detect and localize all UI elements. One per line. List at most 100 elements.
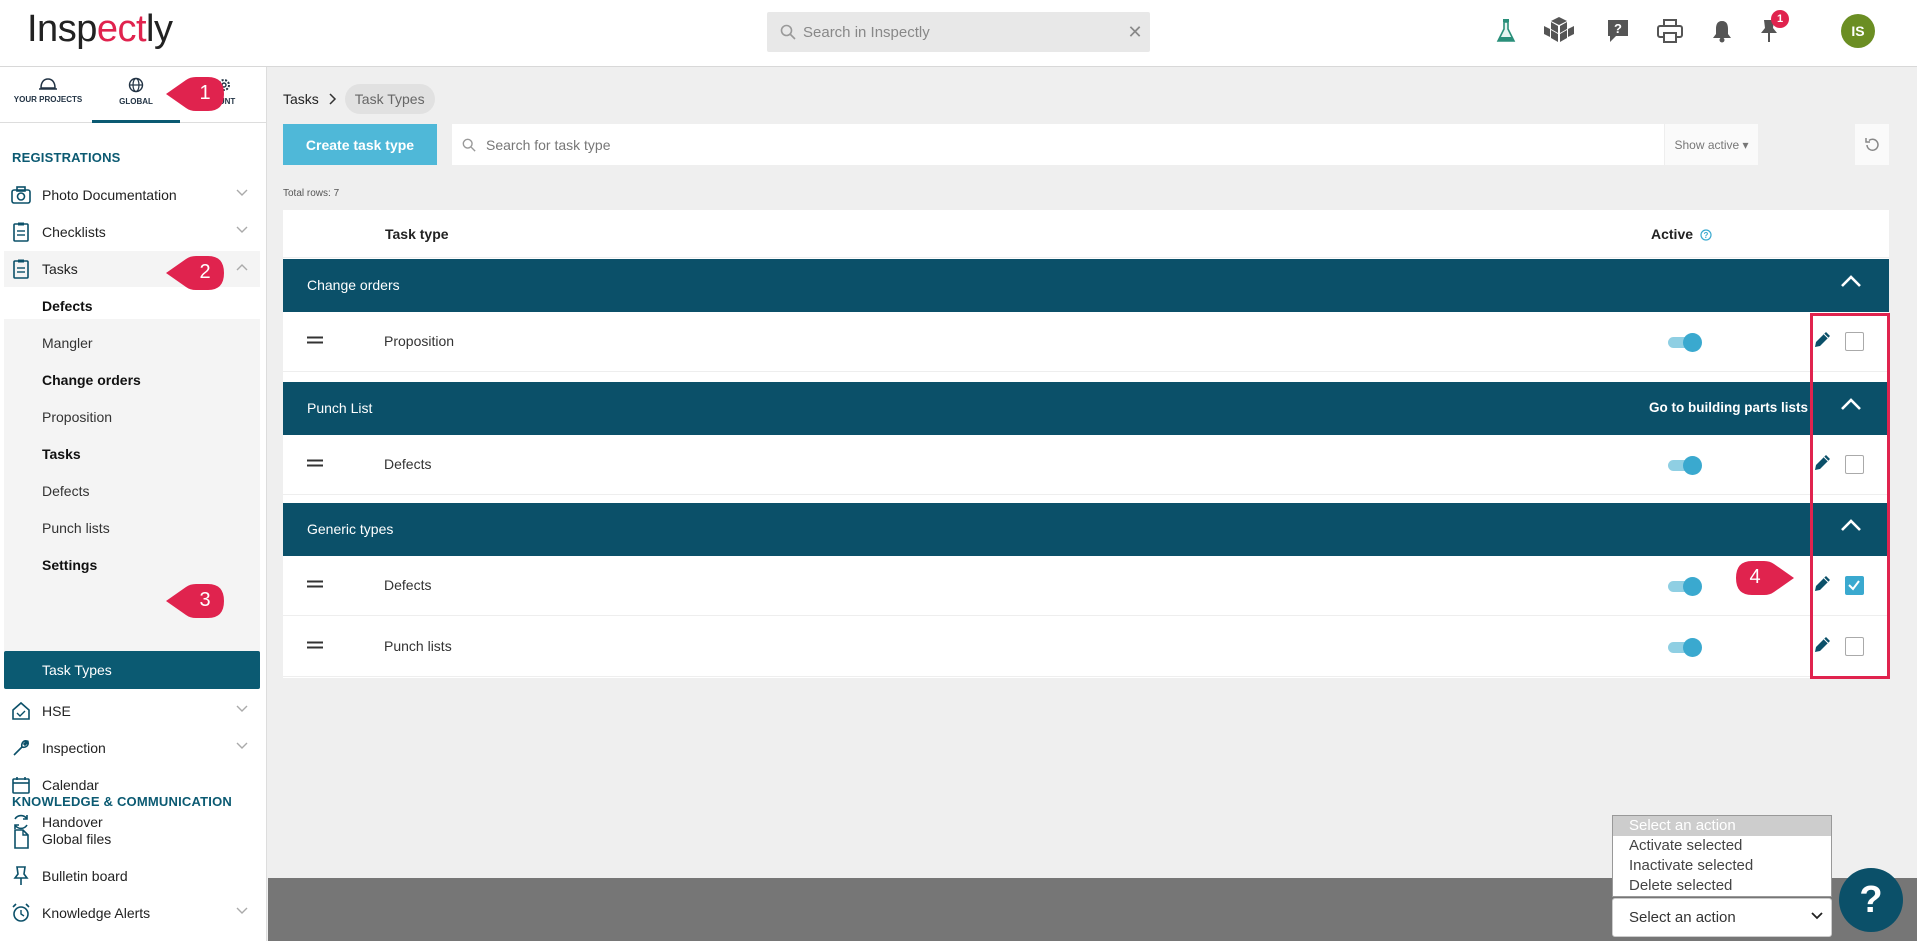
- help-bubble-icon[interactable]: ?: [1605, 14, 1631, 48]
- task-type-table: Task type Active ? Change orders Proposi…: [283, 210, 1889, 678]
- task-type-name: Defects: [384, 456, 432, 472]
- task-type-name: Proposition: [384, 333, 455, 349]
- chevron-down-icon: [236, 742, 248, 749]
- file-icon: [10, 829, 32, 849]
- column-task-type[interactable]: Task type: [385, 226, 449, 242]
- sidebar: YOUR PROJECTS GLOBAL OUNT REGISTRATIONS …: [0, 67, 267, 941]
- group-header[interactable]: Punch List Go to building parts lists: [283, 382, 1889, 435]
- sidebar-item-checklists[interactable]: Checklists: [0, 214, 260, 250]
- notification-badge: 1: [1771, 10, 1789, 28]
- task-type-name: Defects: [384, 577, 432, 593]
- callout-badge-4: 4: [1734, 558, 1796, 598]
- calendar-icon: [10, 776, 32, 794]
- sidebar-item-global-files[interactable]: Global files: [0, 821, 260, 857]
- callout-badge-3: 3: [164, 581, 226, 621]
- breadcrumb-current: Task Types: [344, 84, 435, 114]
- active-toggle[interactable]: [1668, 456, 1702, 475]
- camera-icon: [10, 186, 32, 204]
- clipboard-icon: [10, 259, 32, 279]
- action-option[interactable]: Activate selected: [1613, 836, 1831, 856]
- breadcrumb: Tasks Task Types: [283, 83, 435, 115]
- sidebar-subitem-proposition[interactable]: Proposition: [42, 409, 112, 425]
- clear-search-icon[interactable]: ✕: [1120, 22, 1150, 43]
- pin-icon: [10, 866, 32, 886]
- highlight-box: [1810, 313, 1890, 679]
- action-dropdown-list: Select an action Activate selected Inact…: [1612, 815, 1832, 897]
- show-active-dropdown[interactable]: Show active ▾: [1664, 124, 1758, 165]
- tab-your-projects[interactable]: YOUR PROJECTS: [4, 67, 92, 123]
- create-task-type-button[interactable]: Create task type: [283, 124, 437, 165]
- search-icon: [462, 138, 476, 152]
- sidebar-item-hse[interactable]: HSE: [0, 693, 260, 729]
- action-option[interactable]: Inactivate selected: [1613, 856, 1831, 876]
- action-select[interactable]: Select an action: [1612, 898, 1832, 937]
- pin-notifications-icon[interactable]: 1: [1757, 10, 1789, 48]
- sidebar-item-knowledge-alerts[interactable]: Knowledge Alerts: [0, 895, 260, 931]
- help-button[interactable]: ?: [1839, 868, 1903, 932]
- sidebar-group-tasks: Tasks: [42, 446, 81, 462]
- chevron-up-icon[interactable]: [1839, 273, 1863, 289]
- task-type-search-input[interactable]: Search for task type Show active ▾: [452, 124, 1758, 165]
- chevron-down-icon: [236, 705, 248, 712]
- table-row: Proposition: [283, 312, 1889, 372]
- svg-text:?: ?: [1703, 231, 1708, 240]
- sidebar-subitem-defects[interactable]: Defects: [42, 483, 89, 499]
- sidebar-item-inspection[interactable]: Inspection: [0, 730, 260, 766]
- sidebar-subitem-mangler[interactable]: Mangler: [42, 335, 93, 351]
- drag-handle-icon[interactable]: [307, 336, 323, 344]
- svg-text:?: ?: [1614, 21, 1622, 36]
- wrench-icon: [10, 738, 32, 758]
- active-toggle[interactable]: [1668, 333, 1702, 352]
- chevron-right-icon: [329, 93, 336, 105]
- total-rows: Total rows: 7: [283, 188, 340, 199]
- chevron-down-icon: [236, 226, 248, 233]
- helmet-icon: [39, 78, 57, 90]
- bell-icon[interactable]: [1710, 14, 1734, 48]
- global-search-input[interactable]: Search in Inspectly ✕: [767, 12, 1150, 52]
- logo[interactable]: Inspectly: [27, 8, 173, 51]
- sidebar-group-change-orders: Change orders: [42, 372, 141, 388]
- cubes-icon[interactable]: [1542, 14, 1576, 48]
- go-to-building-parts-link[interactable]: Go to building parts lists: [1649, 400, 1808, 415]
- action-option[interactable]: Delete selected: [1613, 876, 1831, 896]
- printer-icon[interactable]: [1656, 14, 1684, 48]
- breadcrumb-root[interactable]: Tasks: [283, 91, 319, 107]
- hse-house-icon: [10, 701, 32, 721]
- sidebar-item-bulletin-board[interactable]: Bulletin board: [0, 858, 260, 894]
- chevron-down-icon: [1811, 912, 1823, 920]
- group-header[interactable]: Generic types: [283, 503, 1889, 556]
- active-toggle[interactable]: [1668, 638, 1702, 657]
- section-registrations: REGISTRATIONS: [12, 150, 121, 165]
- sidebar-item-photo-documentation[interactable]: Photo Documentation: [0, 177, 260, 213]
- table-row: Defects: [283, 435, 1889, 495]
- sidebar-group-defects: Defects: [42, 298, 93, 314]
- drag-handle-icon[interactable]: [307, 580, 323, 588]
- info-icon[interactable]: ?: [1700, 229, 1712, 241]
- table-row: Defects: [283, 556, 1889, 616]
- search-icon: [780, 24, 796, 40]
- top-bar: Inspectly Search in Inspectly ✕ ? 1 IS: [0, 0, 1917, 67]
- callout-badge-1: 1: [164, 74, 226, 114]
- action-option[interactable]: Select an action: [1613, 816, 1831, 836]
- sidebar-subitem-task-types[interactable]: Task Types: [4, 651, 260, 689]
- group-header[interactable]: Change orders: [283, 259, 1889, 312]
- drag-handle-icon[interactable]: [307, 459, 323, 467]
- reset-filter-button[interactable]: [1855, 124, 1889, 165]
- chevron-down-icon: [236, 189, 248, 196]
- avatar[interactable]: IS: [1841, 14, 1875, 48]
- table-row: Punch lists: [283, 617, 1889, 677]
- table-header: Task type Active ?: [283, 210, 1889, 258]
- active-toggle[interactable]: [1668, 577, 1702, 596]
- alarm-clock-icon: [10, 903, 32, 923]
- sidebar-subitem-punch-lists[interactable]: Punch lists: [42, 520, 110, 536]
- globe-icon: [128, 77, 144, 93]
- sidebar-tabs: YOUR PROJECTS GLOBAL OUNT: [0, 67, 267, 123]
- callout-badge-2: 2: [164, 253, 226, 293]
- lab-flask-icon[interactable]: [1494, 14, 1518, 48]
- undo-icon: [1865, 137, 1879, 151]
- chevron-up-icon: [236, 264, 248, 271]
- sidebar-group-settings: Settings: [42, 557, 98, 573]
- drag-handle-icon[interactable]: [307, 641, 323, 649]
- column-active: Active ?: [1651, 226, 1712, 242]
- task-type-name: Punch lists: [384, 638, 452, 654]
